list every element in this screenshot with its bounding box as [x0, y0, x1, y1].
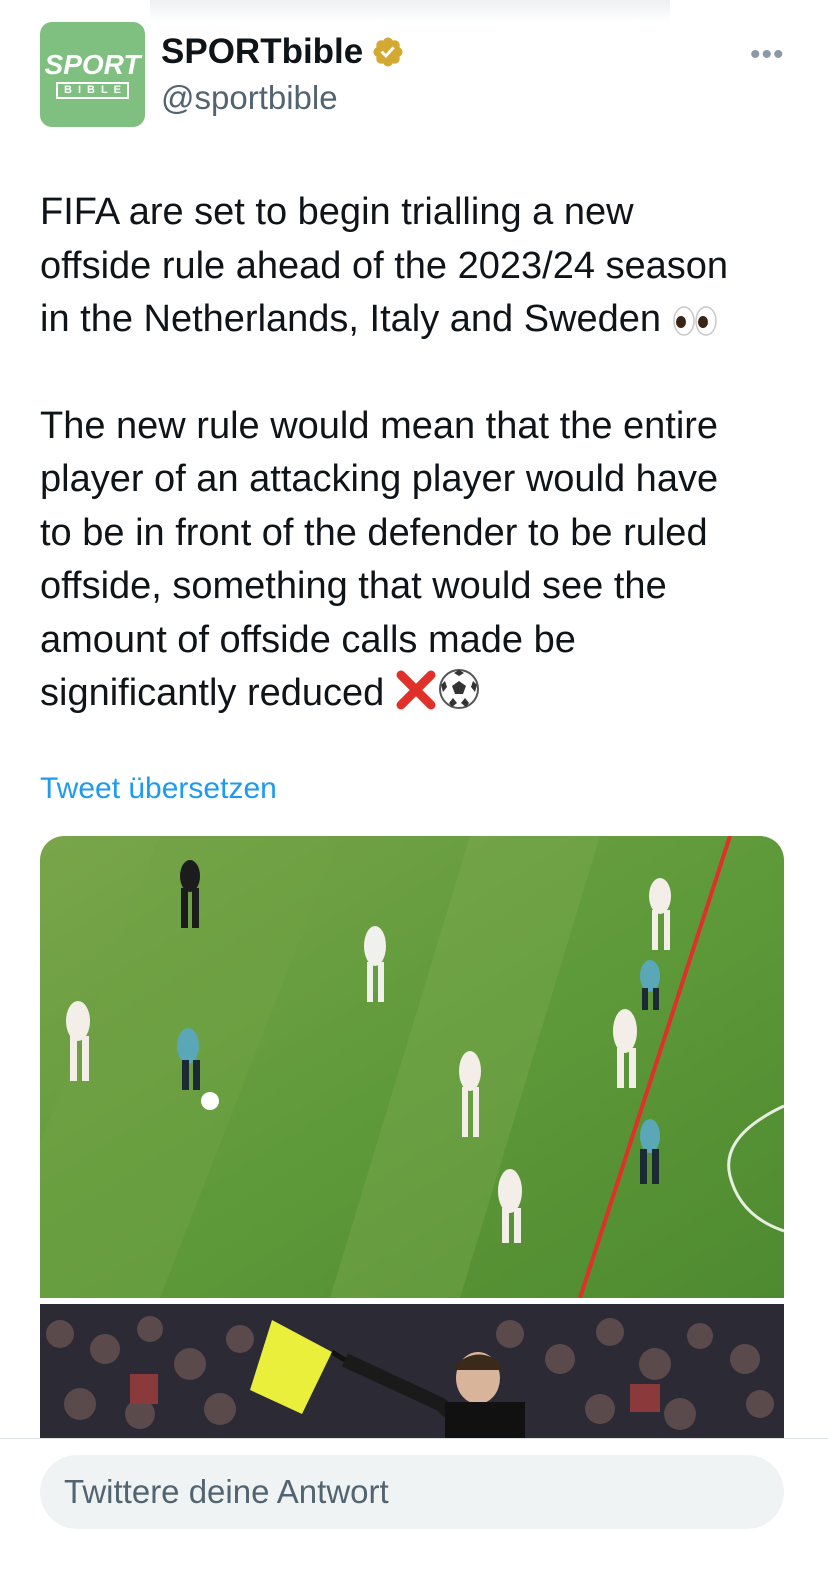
- reply-input[interactable]: Twittere deine Antwort: [40, 1455, 784, 1529]
- verified-badge-icon: [373, 37, 403, 67]
- tweet-text: FIFA are set to begin trialling a new of…: [40, 186, 800, 721]
- avatar-text-bible: BIBLE: [56, 81, 129, 99]
- tweet-paragraph-1: FIFA are set to begin trialling a new of…: [40, 186, 800, 347]
- reply-bar: Twittere deine Antwort: [0, 1438, 828, 1577]
- avatar-text-sport: SPORT: [44, 48, 141, 80]
- tweet-media[interactable]: [40, 836, 784, 1438]
- soccer-ball-emoji-icon: [438, 669, 479, 709]
- linesman-photo[interactable]: [40, 1304, 784, 1438]
- top-fade: [150, 0, 670, 22]
- translate-link[interactable]: Tweet übersetzen: [40, 772, 277, 806]
- tweet-paragraph-1-text: FIFA are set to begin trialling a new of…: [40, 191, 729, 340]
- tweet-paragraph-2: The new rule would mean that the entire …: [40, 400, 800, 721]
- avatar[interactable]: SPORT BIBLE: [40, 22, 145, 127]
- more-horizontal-icon[interactable]: •••: [750, 38, 785, 72]
- eyes-emoji-icon: [672, 306, 717, 336]
- tweet-paragraph-2-text: The new rule would mean that the entire …: [40, 404, 719, 715]
- display-name[interactable]: SPORTbible: [161, 32, 363, 72]
- pitch-photo[interactable]: [40, 836, 784, 1298]
- handle[interactable]: @sportbible: [161, 79, 338, 117]
- cross-mark-emoji-icon: [396, 670, 436, 710]
- display-name-row[interactable]: SPORTbible: [161, 32, 405, 72]
